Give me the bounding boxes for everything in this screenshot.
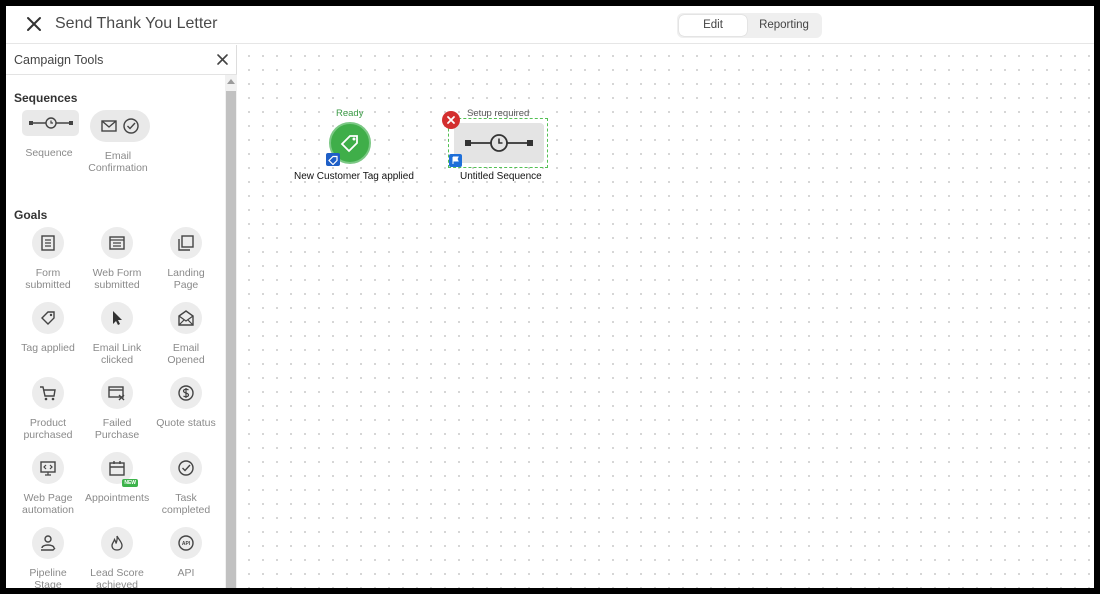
landing-page-icon [170,227,202,259]
campaign-tools-panel: Campaign Tools Sequences Sequence Email … [6,45,237,588]
section-title-goals: Goals [14,208,48,222]
tab-reporting[interactable]: Reporting [749,13,819,38]
goal-form-submitted[interactable]: Form submitted [16,227,80,291]
goal-api[interactable]: API API [154,527,218,580]
tag-badge-icon [326,153,340,166]
goal-appointments[interactable]: NEW Appointments [85,452,149,505]
app-window: Send Thank You Letter Edit Reporting Cam… [6,6,1094,588]
campaign-canvas[interactable]: Ready New Customer Tag applied Setup req… [238,45,1094,588]
goal-pipeline-stage[interactable]: Pipeline Stage [16,527,80,588]
goal-label: Landing Page [167,267,205,291]
goal-email-opened[interactable]: Email Opened [154,302,218,366]
sequence-node[interactable] [454,123,544,163]
goal-label: Product purchased [23,417,73,441]
dollar-icon [170,377,202,409]
goal-web-page-automation[interactable]: Web Page automation [16,452,80,516]
close-icon[interactable] [24,14,44,34]
tab-edit[interactable]: Edit [679,15,747,36]
section-title-sequences: Sequences [14,91,78,105]
sequence-icon [465,134,533,152]
panel-header: Campaign Tools [6,45,237,75]
email-confirmation-tool[interactable] [90,110,150,142]
goal-product-purchased[interactable]: Product purchased [16,377,80,441]
form-icon [32,227,64,259]
panel-title: Campaign Tools [14,53,104,67]
node-label: Untitled Sequence [460,171,542,182]
page-title: Send Thank You Letter [55,15,218,32]
flag-icon [449,154,462,167]
code-monitor-icon [32,452,64,484]
calendar-icon: NEW [101,452,138,487]
goal-label: Failed Purchase [94,417,140,441]
cart-icon [32,377,64,409]
goal-label: Web Form submitted [92,267,142,291]
failed-card-icon [101,377,133,409]
cursor-icon [101,302,133,334]
goal-label: Form submitted [25,267,71,291]
sequence-tool-label: Sequence [25,147,73,159]
web-form-icon [101,227,133,259]
flame-icon [101,527,133,559]
scrollbar-thumb[interactable] [226,91,236,588]
new-badge: NEW [122,479,138,487]
goal-label: Task completed [161,492,211,516]
node-label: New Customer Tag applied [294,171,414,182]
envelope-icon [101,120,117,132]
node-status-ready: Ready [336,108,364,119]
goal-label: Email Opened [167,342,205,366]
header-bar: Send Thank You Letter Edit Reporting [6,6,1094,44]
goal-label: Appointments [85,492,150,504]
goal-label: Tag applied [21,342,75,354]
sequence-tool[interactable] [22,110,79,136]
goal-web-form-submitted[interactable]: Web Form submitted [85,227,149,291]
goal-landing-page[interactable]: Landing Page [154,227,218,291]
goal-label: API [177,567,195,579]
goal-label: Pipeline Stage [29,567,67,588]
goal-label: Quote status [156,417,216,429]
goal-email-link-clicked[interactable]: Email Link clicked [85,302,149,366]
goal-tag-applied[interactable]: Tag applied [16,302,80,355]
check-circle-icon [170,452,202,484]
email-confirmation-label: Email Confirmation [88,150,148,174]
tag-icon [340,135,358,153]
goal-failed-purchase[interactable]: Failed Purchase [85,377,149,441]
api-icon: API [170,527,202,559]
svg-text:API: API [182,541,191,547]
pipeline-icon [32,527,64,559]
error-icon[interactable] [442,111,460,129]
mode-toggle: Edit Reporting [677,13,822,38]
goal-label: Web Page automation [22,492,74,516]
goal-lead-score-achieved[interactable]: Lead Score achieved [85,527,149,588]
open-envelope-icon [170,302,202,334]
tag-icon [32,302,64,334]
goal-task-completed[interactable]: Task completed [154,452,218,516]
goal-quote-status[interactable]: Quote status [154,377,218,430]
close-panel-icon[interactable] [216,53,229,66]
sequence-icon [28,117,73,129]
scroll-up-arrow[interactable] [227,79,235,84]
check-circle-icon [123,118,139,134]
goal-label: Lead Score achieved [90,567,144,588]
goal-label: Email Link clicked [92,342,142,366]
